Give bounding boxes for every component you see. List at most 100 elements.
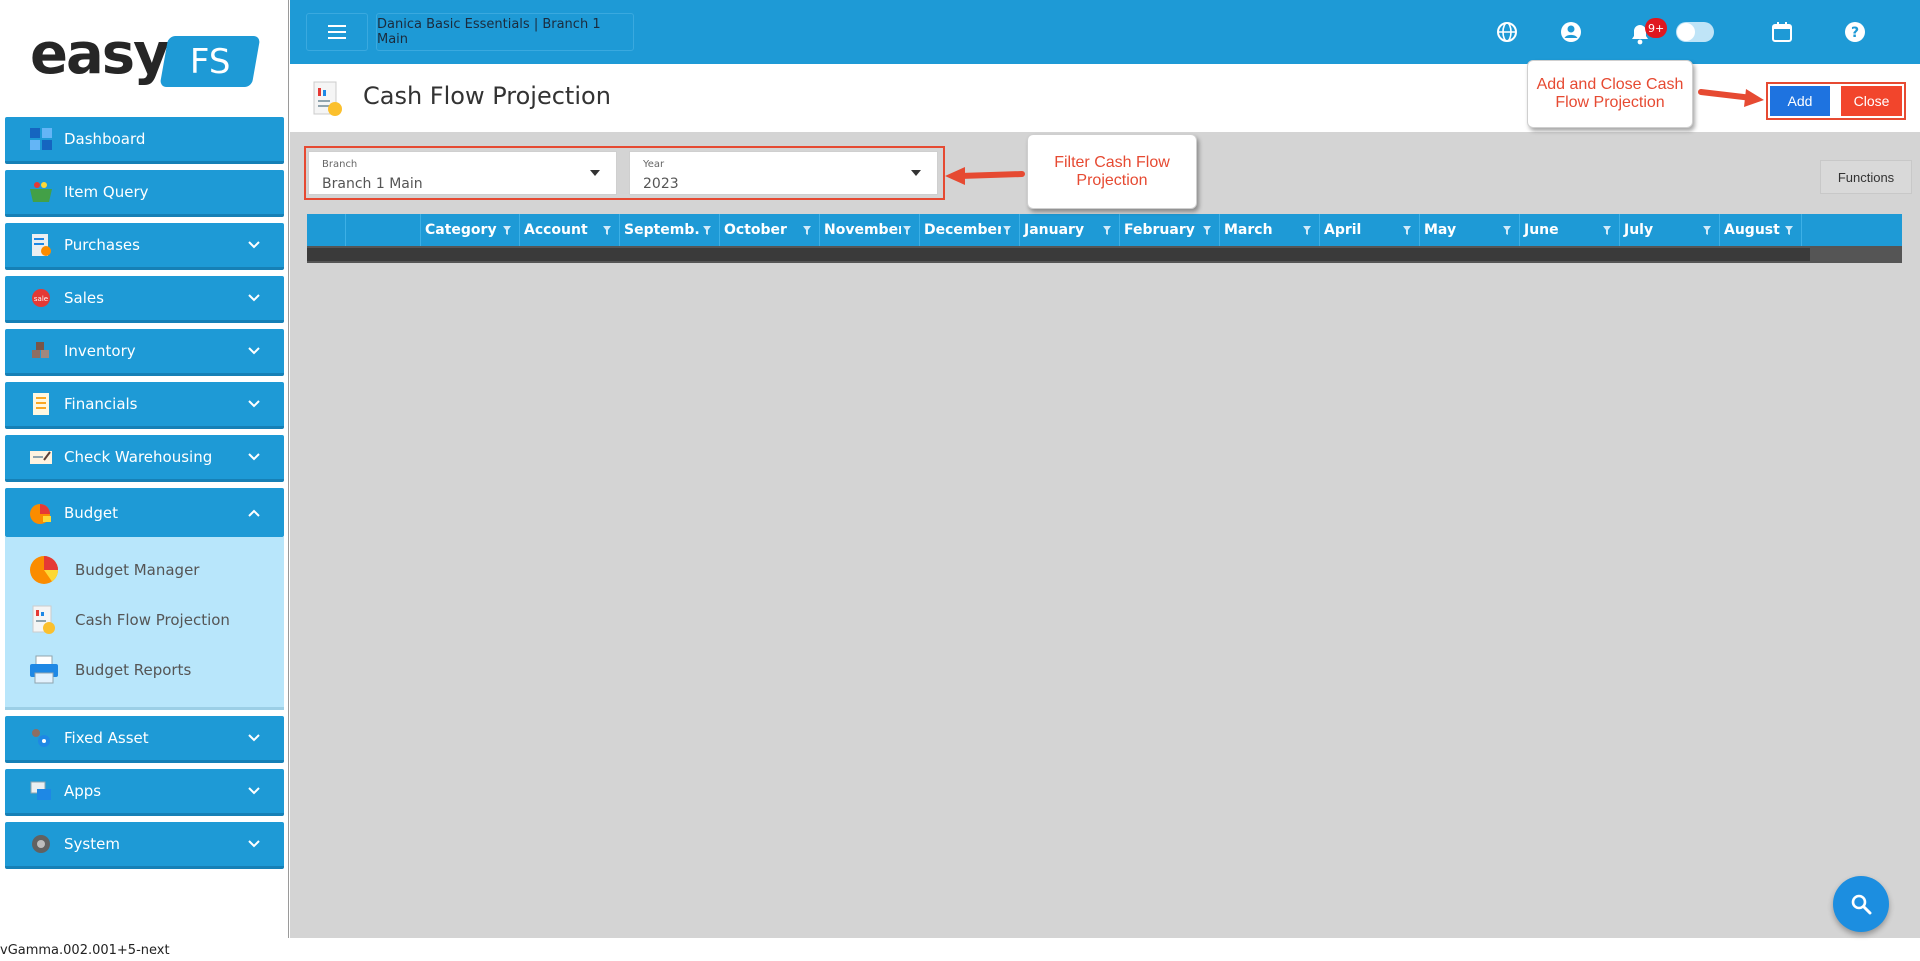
grid-blank-column	[307, 214, 346, 246]
grid-column-header[interactable]: February	[1120, 214, 1220, 246]
filter-icon[interactable]	[1201, 224, 1213, 236]
chevron-down-icon	[248, 239, 260, 251]
grid-column-header[interactable]: November	[820, 214, 920, 246]
sidebar-subitem-label: Budget Manager	[75, 561, 200, 579]
sidebar-item-system[interactable]: System	[5, 822, 284, 869]
filter-icon[interactable]	[501, 224, 513, 236]
page-title: Cash Flow Projection	[363, 82, 611, 110]
version-label: vGamma.002.001+5-next	[0, 943, 170, 958]
filter-icon[interactable]	[801, 224, 813, 236]
hamburger-icon	[328, 25, 346, 39]
year-select-value: 2023	[643, 176, 679, 192]
filter-icon[interactable]	[1783, 224, 1795, 236]
grid-column-header[interactable]: August	[1720, 214, 1802, 246]
search-icon	[1851, 894, 1872, 915]
grid-column-label: Septemb...	[624, 222, 701, 238]
sidebar-item-budget[interactable]: Budget	[5, 488, 284, 537]
dark-mode-toggle[interactable]	[1676, 22, 1714, 42]
menu-toggle-button[interactable]	[306, 13, 368, 51]
scrollbar-thumb[interactable]	[307, 248, 1810, 261]
svg-text:?: ?	[1851, 25, 1859, 41]
chevron-down-icon	[248, 451, 260, 463]
calendar-icon[interactable]	[1767, 17, 1797, 47]
sidebar-item-sales[interactable]: sale Sales	[5, 276, 284, 323]
sidebar-item-dashboard[interactable]: Dashboard	[5, 117, 284, 164]
check-icon	[28, 445, 54, 469]
grid-horizontal-scrollbar[interactable]	[307, 246, 1902, 263]
sidebar-item-label: System	[64, 835, 120, 853]
branch-select[interactable]: Branch Branch 1 Main	[308, 151, 617, 195]
filter-icon[interactable]	[701, 224, 713, 236]
sidebar-subitem-budget-manager[interactable]: Budget Manager	[27, 552, 199, 588]
budget-submenu: Budget Manager Cash Flow Projection Budg…	[5, 537, 284, 710]
filter-icon[interactable]	[1301, 224, 1313, 236]
filter-icon[interactable]	[601, 224, 613, 236]
user-account-icon[interactable]	[1556, 17, 1586, 47]
sidebar-item-purchases[interactable]: Purchases	[5, 223, 284, 270]
sidebar-item-inventory[interactable]: Inventory	[5, 329, 284, 376]
grid-header: Category Account Septemb... October November…	[307, 214, 1902, 246]
search-fab-button[interactable]	[1833, 876, 1889, 932]
caret-down-icon	[590, 170, 600, 176]
company-branch-selector[interactable]: Danica Basic Essentials | Branch 1 Main	[376, 13, 634, 51]
functions-button[interactable]: Functions	[1820, 160, 1912, 194]
grid-column-header[interactable]: April	[1320, 214, 1420, 246]
grid-column-header[interactable]: May	[1420, 214, 1520, 246]
grid-column-label: October	[724, 222, 787, 238]
grid-column-header[interactable]: June	[1520, 214, 1620, 246]
sidebar-subitem-cash-flow-projection[interactable]: Cash Flow Projection	[27, 602, 230, 638]
add-close-callout: Add and Close Cash Flow Projection	[1527, 60, 1693, 128]
chevron-up-icon	[248, 507, 260, 519]
easyfs-logo[interactable]: easy FS	[30, 22, 261, 92]
filter-icon[interactable]	[901, 224, 913, 236]
grid-column-header[interactable]: Category	[421, 214, 520, 246]
sidebar-item-label: Check Warehousing	[64, 448, 213, 466]
filter-icon[interactable]	[1601, 224, 1613, 236]
sidebar-item-apps[interactable]: Apps	[5, 769, 284, 816]
sidebar-item-fixed-asset[interactable]: Fixed Asset	[5, 716, 284, 763]
grid-column-header[interactable]: January	[1020, 214, 1120, 246]
grid-column-label: November	[824, 222, 901, 238]
filter-icon[interactable]	[1501, 224, 1513, 236]
filter-icon[interactable]	[1701, 224, 1713, 236]
grid-column-header[interactable]: Septemb...	[620, 214, 720, 246]
grid-column-header[interactable]: July	[1620, 214, 1720, 246]
logo-badge: FS	[159, 36, 261, 87]
close-button[interactable]: Close	[1841, 86, 1902, 116]
filter-callout: Filter Cash Flow Projection	[1027, 134, 1197, 209]
grid-column-header[interactable]: Account	[520, 214, 620, 246]
globe-icon[interactable]	[1492, 17, 1522, 47]
sidebar-subitem-budget-reports[interactable]: Budget Reports	[27, 652, 191, 688]
sidebar-item-check-warehousing[interactable]: Check Warehousing	[5, 435, 284, 482]
sidebar-item-label: Fixed Asset	[64, 729, 149, 747]
grid-column-header[interactable]: March	[1220, 214, 1320, 246]
sidebar-item-financials[interactable]: Financials	[5, 382, 284, 429]
filter-icon[interactable]	[1101, 224, 1113, 236]
year-select-label: Year	[643, 159, 665, 170]
grid-column-label: January	[1024, 222, 1085, 238]
grid-column-label: February	[1124, 222, 1195, 238]
sidebar-item-label: Financials	[64, 395, 138, 413]
sidebar-subitem-label: Cash Flow Projection	[75, 611, 230, 629]
dashboard-icon	[28, 127, 54, 151]
grid-column-label: Account	[524, 222, 588, 238]
purchases-icon	[28, 233, 54, 257]
sidebar-item-item-query[interactable]: Item Query	[5, 170, 284, 217]
help-icon[interactable]: ?	[1840, 17, 1870, 47]
sidebar-item-label: Dashboard	[64, 130, 146, 148]
grid-column-header[interactable]: October	[720, 214, 820, 246]
filter-icon[interactable]	[1401, 224, 1413, 236]
financials-icon	[28, 392, 54, 416]
grid-blank-column	[346, 214, 421, 246]
cash-flow-projection-icon	[312, 80, 344, 118]
grid-column-header[interactable]: December	[920, 214, 1020, 246]
sidebar-item-label: Sales	[64, 289, 104, 307]
grid-column-label: April	[1324, 222, 1362, 238]
cash-flow-icon	[27, 603, 61, 637]
add-button[interactable]: Add	[1770, 86, 1830, 116]
grid-column-label: July	[1624, 222, 1654, 238]
system-icon	[28, 832, 54, 856]
filter-icon[interactable]	[1001, 224, 1013, 236]
year-select[interactable]: Year 2023	[629, 151, 938, 195]
sidebar-item-label: Purchases	[64, 236, 140, 254]
